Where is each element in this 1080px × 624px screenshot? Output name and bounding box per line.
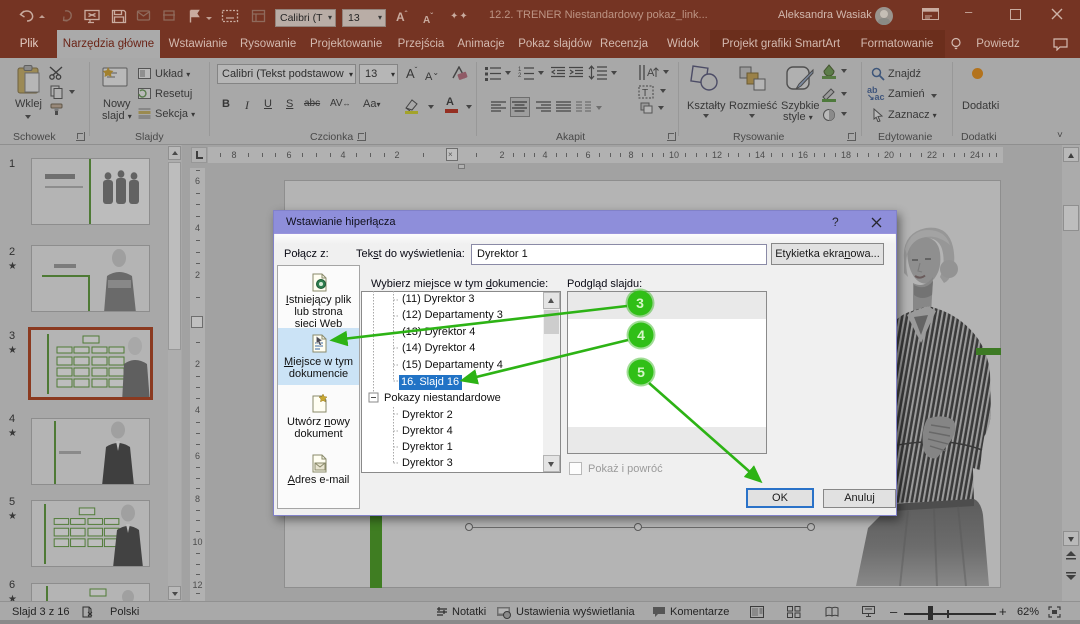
svg-text:T: T — [642, 88, 648, 99]
svg-text:2: 2 — [518, 73, 522, 79]
svg-text:A: A — [647, 67, 655, 79]
